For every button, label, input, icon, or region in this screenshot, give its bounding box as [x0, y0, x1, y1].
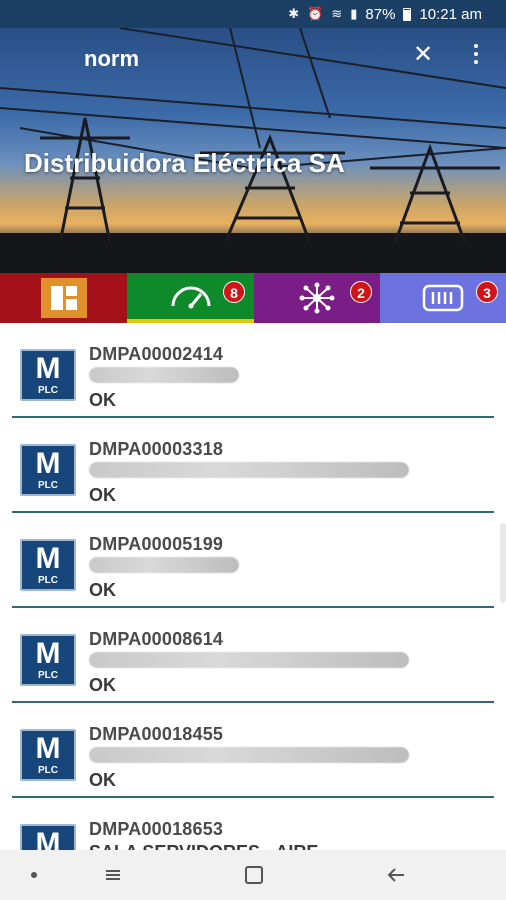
- dot-icon[interactable]: [31, 872, 37, 878]
- recent-apps-icon[interactable]: [100, 864, 126, 886]
- meter-device-icon: [422, 284, 464, 312]
- network-badge: 2: [350, 281, 372, 303]
- tab-devices[interactable]: 3: [380, 273, 506, 323]
- wifi-icon: ≋: [331, 6, 343, 21]
- bluetooth-icon: ✱: [288, 6, 300, 21]
- device-subtitle: SALA SERVIDORES - AIRE: [89, 842, 318, 850]
- device-id: DMPA00002414: [89, 344, 224, 364]
- app-title: norm: [84, 46, 139, 71]
- plc-logo: MPLC: [20, 444, 76, 496]
- company-name: Distribuidora Eléctrica SA: [24, 148, 345, 178]
- plc-logo: MPLC: [20, 824, 76, 850]
- list-item[interactable]: M PLC DMPA00003318 OK: [0, 418, 506, 513]
- redacted-subtitle: [89, 747, 409, 763]
- list-item[interactable]: M PLC DMPA00002414 OK: [0, 323, 506, 418]
- device-id: DMPA00003318: [89, 439, 224, 459]
- scrollbar[interactable]: [500, 523, 506, 603]
- speedometer-icon: [171, 286, 210, 309]
- more-options-button[interactable]: [466, 40, 486, 70]
- list-item[interactable]: M PLC DMPA00008614 OK: [0, 608, 506, 703]
- redacted-subtitle: [89, 462, 409, 478]
- device-id: DMPA00018455: [89, 724, 224, 744]
- dashboard-icon: [40, 278, 87, 318]
- gauge-badge: 8: [223, 281, 245, 303]
- back-icon[interactable]: [384, 864, 410, 886]
- device-status: OK: [89, 580, 116, 600]
- plc-logo: MPLC: [20, 539, 76, 591]
- signal-icon: ▮: [350, 6, 358, 21]
- status-bar: ✱ ⏰ ≋ ▮ 87% 10:21 am: [0, 0, 506, 28]
- tab-bar: 8 2 3: [0, 273, 506, 323]
- battery-level: 87%: [365, 5, 396, 23]
- device-status: OK: [89, 485, 116, 505]
- device-status: OK: [89, 390, 116, 410]
- device-status: OK: [89, 675, 116, 695]
- network-icon: [299, 282, 335, 314]
- device-list: M PLC DMPA00002414 OK M PLC DMPA00003318 O…: [0, 323, 506, 850]
- device-id: DMPA00005199: [89, 534, 224, 554]
- device-status: OK: [89, 770, 116, 790]
- tab-dashboard[interactable]: [0, 273, 127, 323]
- device-id: DMPA00018653: [89, 819, 224, 839]
- alarm-icon: ⏰: [307, 6, 324, 21]
- redacted-subtitle: [89, 652, 409, 668]
- header-banner: norm ✕ Distribuidora Eléctrica SA: [0, 28, 506, 273]
- list-item[interactable]: M PLC DMPA00005199 OK: [0, 513, 506, 608]
- list-item[interactable]: M PLC DMPA00018455 OK: [0, 703, 506, 798]
- redacted-subtitle: [89, 557, 239, 573]
- plc-logo: MPLC: [20, 729, 76, 781]
- plc-logo: MPLC: [20, 349, 76, 401]
- device-id: DMPA00008614: [89, 629, 224, 649]
- devices-badge: 3: [476, 281, 498, 303]
- battery-icon: [403, 7, 412, 21]
- navigation-bar: [0, 850, 506, 900]
- clock: 10:21 am: [419, 5, 482, 23]
- tab-gauge[interactable]: 8: [127, 273, 254, 323]
- list-item[interactable]: MPLC DMPA00018653 SALA SERVIDORES - AIRE…: [0, 798, 506, 850]
- plc-logo: MPLC: [20, 634, 76, 686]
- tab-network[interactable]: 2: [254, 273, 380, 323]
- home-icon[interactable]: [241, 864, 267, 886]
- close-button[interactable]: ✕: [408, 40, 438, 70]
- redacted-subtitle: [89, 367, 239, 383]
